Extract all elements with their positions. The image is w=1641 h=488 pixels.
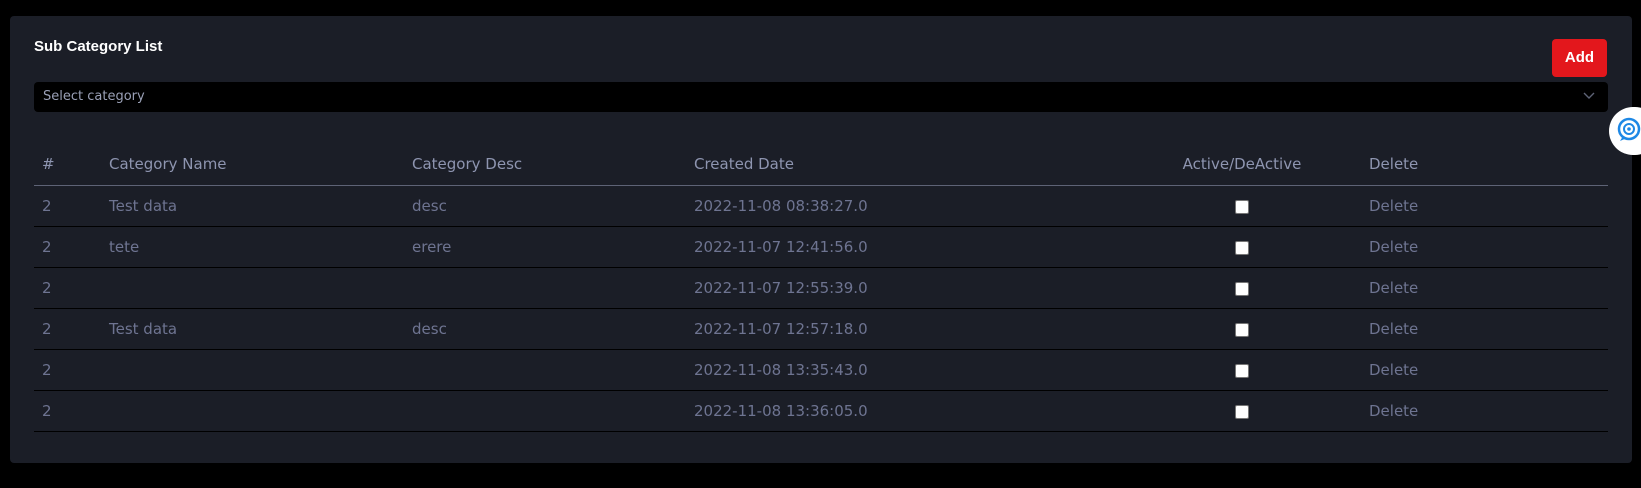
- table-header-row: # Category Name Category Desc Created Da…: [34, 143, 1608, 186]
- created-date-cell: 2022-11-08 13:36:05.0: [686, 390, 1123, 432]
- delete-cell: Delete: [1361, 308, 1608, 350]
- active-checkbox[interactable]: [1235, 240, 1249, 255]
- row-number: 2: [34, 308, 101, 350]
- sub-category-card: Sub Category List Add Select category # …: [10, 16, 1632, 463]
- category-desc-cell: [404, 267, 686, 309]
- active-toggle-cell: [1123, 390, 1361, 432]
- active-checkbox[interactable]: [1235, 322, 1249, 337]
- delete-cell: Delete: [1361, 185, 1608, 227]
- created-date-cell: 2022-11-07 12:41:56.0: [686, 226, 1123, 268]
- active-toggle-cell: [1123, 185, 1361, 227]
- column-header-active: Active/DeActive: [1123, 143, 1361, 186]
- created-date-cell: 2022-11-07 12:57:18.0: [686, 308, 1123, 350]
- column-header-number: #: [34, 143, 101, 186]
- category-desc-cell: [404, 349, 686, 391]
- table-row: 2 2022-11-08 13:36:05.0 Delete: [34, 390, 1608, 432]
- category-name-cell: Test data: [101, 185, 404, 227]
- category-name-cell: [101, 267, 404, 309]
- category-desc-cell: desc: [404, 308, 686, 350]
- table-row: 2 2022-11-08 13:35:43.0 Delete: [34, 349, 1608, 391]
- row-number: 2: [34, 185, 101, 227]
- active-toggle-cell: [1123, 226, 1361, 268]
- table-row: 2 2022-11-07 12:55:39.0 Delete: [34, 267, 1608, 309]
- card-title: Sub Category List: [34, 38, 163, 55]
- row-number: 2: [34, 267, 101, 309]
- add-button[interactable]: Add: [1552, 39, 1607, 77]
- active-checkbox[interactable]: [1235, 199, 1249, 214]
- table-row: 2 Test data desc 2022-11-08 08:38:27.0 Delet…: [34, 185, 1608, 227]
- row-number: 2: [34, 349, 101, 391]
- delete-link[interactable]: Delete: [1369, 238, 1418, 256]
- active-toggle-cell: [1123, 267, 1361, 309]
- created-date-cell: 2022-11-08 08:38:27.0: [686, 185, 1123, 227]
- active-checkbox[interactable]: [1235, 281, 1249, 296]
- category-select[interactable]: Select category: [34, 82, 1608, 112]
- row-number: 2: [34, 226, 101, 268]
- table-row: 2 tete erere 2022-11-07 12:41:56.0 Delete: [34, 226, 1608, 268]
- delete-cell: Delete: [1361, 349, 1608, 391]
- active-toggle-cell: [1123, 308, 1361, 350]
- delete-link[interactable]: Delete: [1369, 361, 1418, 379]
- active-toggle-cell: [1123, 349, 1361, 391]
- created-date-cell: 2022-11-08 13:35:43.0: [686, 349, 1123, 391]
- select-placeholder: Select category: [43, 89, 145, 104]
- category-desc-cell: [404, 390, 686, 432]
- category-name-cell: [101, 349, 404, 391]
- active-checkbox[interactable]: [1235, 363, 1249, 378]
- delete-link[interactable]: Delete: [1369, 320, 1418, 338]
- delete-link[interactable]: Delete: [1369, 197, 1418, 215]
- column-header-category-name: Category Name: [101, 143, 404, 186]
- active-checkbox[interactable]: [1235, 404, 1249, 419]
- delete-cell: Delete: [1361, 226, 1608, 268]
- category-name-cell: tete: [101, 226, 404, 268]
- row-number: 2: [34, 390, 101, 432]
- category-desc-cell: erere: [404, 226, 686, 268]
- category-name-cell: Test data: [101, 308, 404, 350]
- table-row: 2 Test data desc 2022-11-07 12:57:18.0 Delet…: [34, 308, 1608, 350]
- delete-link[interactable]: Delete: [1369, 402, 1418, 420]
- chevron-down-icon: [1582, 88, 1596, 102]
- column-header-category-desc: Category Desc: [404, 143, 686, 186]
- column-header-delete: Delete: [1361, 143, 1608, 186]
- category-desc-cell: desc: [404, 185, 686, 227]
- column-header-created-date: Created Date: [686, 143, 1123, 186]
- category-name-cell: [101, 390, 404, 432]
- created-date-cell: 2022-11-07 12:55:39.0: [686, 267, 1123, 309]
- delete-cell: Delete: [1361, 390, 1608, 432]
- delete-cell: Delete: [1361, 267, 1608, 309]
- delete-link[interactable]: Delete: [1369, 279, 1418, 297]
- sub-category-table: # Category Name Category Desc Created Da…: [34, 143, 1608, 432]
